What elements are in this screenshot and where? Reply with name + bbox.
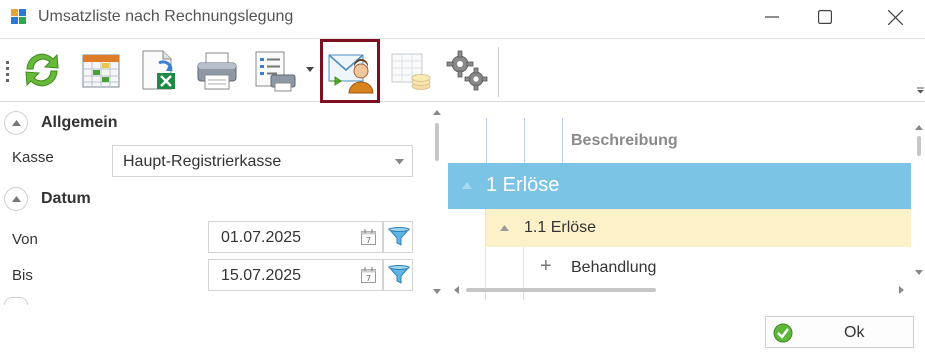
table-coins-button[interactable] [384,43,436,99]
grid-vertical-scrollbar[interactable] [913,122,925,282]
von-date-field[interactable]: 01.07.2025 7 [208,221,383,253]
group-row-label: 1 Erlöse [486,174,560,196]
calendar-grid-icon [82,54,120,88]
collapse-next-button[interactable] [4,297,28,305]
column-divider [562,118,563,163]
print-list-icon [255,51,296,92]
table-coins-icon [391,53,431,90]
filter-funnel-icon [388,227,410,246]
refresh-icon [25,53,59,87]
bis-date-value: 15.07.2025 [221,267,302,284]
minimize-icon [765,16,779,18]
column-divider [486,118,487,163]
section-title: Datum [41,190,91,207]
calendar-grid-button[interactable] [74,43,126,99]
filter-funnel-icon [388,265,410,284]
bis-filter-button[interactable] [383,259,413,291]
kasse-label: Kasse [12,149,54,166]
kasse-select[interactable]: Haupt-Registrierkasse [112,145,413,177]
close-icon [888,10,903,25]
group-row-level2[interactable]: + Behandlung [524,247,911,285]
expand-plus-icon[interactable]: + [540,256,552,276]
kasse-value: Haupt-Registrierkasse [123,153,282,170]
ok-button[interactable]: Ok [765,316,914,348]
window-title: Umsatzliste nach Rechnungslegung [38,8,294,25]
scroll-up-icon[interactable] [433,110,441,115]
chevron-down-icon [395,159,404,165]
von-filter-button[interactable] [383,221,413,253]
group-row-label: Behandlung [571,259,657,276]
chevron-up-icon [12,120,21,126]
collapse-allgemein-button[interactable] [4,111,28,135]
scroll-down-icon[interactable] [433,289,441,294]
collapse-triangle-icon[interactable] [500,225,509,231]
revenue-tree-grid: Beschreibung 1 Erlöse 1.1 Erlöse + Behan… [448,118,925,300]
toolbar-overflow-icon[interactable] [917,87,924,94]
column-divider [524,118,525,163]
printer-icon [197,52,237,90]
column-header-beschreibung[interactable]: Beschreibung [571,132,678,150]
von-label: Von [12,231,38,248]
scroll-thumb[interactable] [435,123,439,161]
group-row-label: 1.1 Erlöse [524,219,597,236]
filter-panel: Allgemein Kasse Haupt-Registrierkasse Da… [0,105,420,305]
minimize-button[interactable] [749,0,795,34]
settings-gears-icon [446,50,488,91]
svg-text:7: 7 [366,236,371,245]
group-row-level1[interactable]: 1.1 Erlöse [486,209,911,247]
scroll-thumb[interactable] [917,136,921,156]
checkmark-icon [773,323,793,343]
title-bar: Umsatzliste nach Rechnungslegung [0,0,925,34]
scroll-left-icon[interactable] [454,286,459,294]
calendar-icon[interactable]: 7 [361,229,376,245]
calendar-icon[interactable]: 7 [361,267,376,283]
print-list-button[interactable] [248,43,300,99]
scroll-up-icon[interactable] [915,125,923,130]
excel-export-button[interactable] [132,43,184,99]
chevron-down-icon[interactable] [306,67,314,73]
collapse-datum-button[interactable] [4,187,28,211]
scroll-down-icon[interactable] [915,270,923,275]
collapse-triangle-icon[interactable] [462,182,472,189]
von-date-value: 01.07.2025 [221,229,302,246]
app-logo-icon [11,9,27,25]
close-button[interactable] [872,0,918,34]
scroll-right-icon[interactable] [899,286,904,294]
ok-label: Ok [844,324,865,341]
grid-horizontal-scrollbar[interactable] [450,284,910,296]
section-title: Allgemein [41,114,118,131]
maximize-button[interactable] [802,0,848,34]
bis-date-field[interactable]: 15.07.2025 7 [208,259,383,291]
maximize-icon [818,10,832,24]
toolbar [0,38,925,103]
settings-button[interactable] [440,43,492,99]
svg-text:7: 7 [366,274,371,283]
toolbar-separator [498,47,499,97]
scroll-thumb[interactable] [466,288,656,292]
excel-export-icon [142,50,175,90]
chevron-up-icon [12,196,21,202]
bis-label: Bis [12,267,33,284]
refresh-button[interactable] [16,43,68,99]
email-contact-icon [328,54,374,94]
toolbar-grip[interactable] [6,61,9,83]
print-button[interactable] [190,43,242,99]
filter-panel-scrollbar[interactable] [428,105,446,297]
group-row-level0[interactable]: 1 Erlöse [448,163,911,209]
email-contact-button[interactable] [320,39,380,103]
